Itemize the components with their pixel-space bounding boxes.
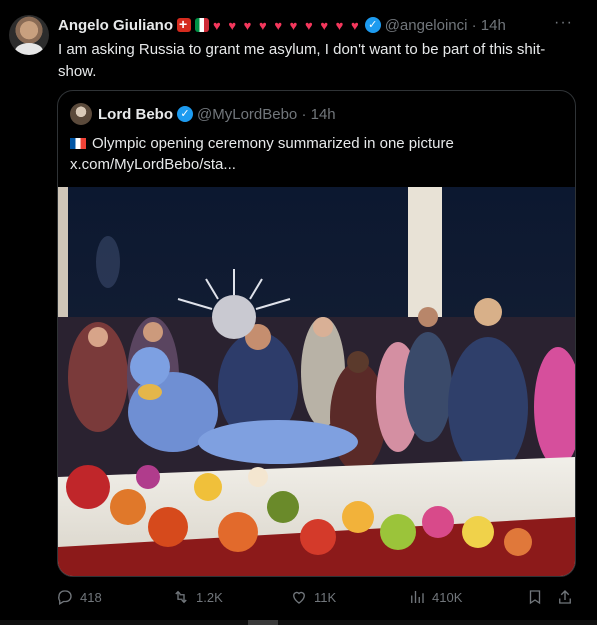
views-count: 410K (432, 589, 463, 605)
more-icon[interactable]: ··· (554, 14, 573, 32)
bookmark-icon (529, 590, 541, 605)
quoted-handle-time[interactable]: @MyLordBebo · 14h (197, 106, 336, 123)
swiss-flag-icon (177, 16, 191, 32)
quoted-link[interactable]: x.com/MyLordBebo/sta... (70, 154, 454, 175)
like-count: 11K (314, 589, 337, 605)
views-icon (411, 591, 424, 603)
author-handle-time[interactable]: @angeloinci · 14h (385, 17, 506, 34)
like-button[interactable]: 11K (290, 588, 336, 606)
quoted-header: Lord Bebo ✓ @MyLordBebo · 14h (70, 103, 336, 125)
like-icon (293, 591, 305, 604)
scrollbar[interactable] (0, 620, 597, 625)
share-button[interactable] (556, 588, 574, 606)
views-button[interactable]: 410K (408, 588, 462, 606)
tweet-text: I am asking Russia to grant me asylum, I… (58, 41, 546, 80)
france-flag-icon (70, 138, 86, 149)
verified-badge-icon: ✓ (177, 106, 193, 122)
ceremony-photo[interactable] (58, 187, 575, 576)
tweet-actions: 418 1.2K 11K 410K (56, 588, 576, 610)
author-name[interactable]: Angelo Giuliano (58, 17, 173, 34)
quoted-tweet[interactable]: Lord Bebo ✓ @MyLordBebo · 14h Olympic op… (57, 90, 576, 577)
quoted-avatar[interactable] (70, 103, 92, 125)
tweet[interactable]: Angelo Giuliano ♥ ♥ ♥ ♥ ♥ ♥ ♥ ♥ ♥ ♥ ✓ @a… (0, 0, 597, 625)
author-avatar[interactable] (9, 15, 49, 55)
hearts-emoji: ♥ ♥ ♥ ♥ ♥ ♥ ♥ ♥ ♥ ♥ (213, 17, 361, 33)
quoted-text: Olympic opening ceremony summarized in o… (70, 133, 454, 175)
repost-icon (175, 590, 187, 604)
italian-flag-icon (195, 18, 209, 32)
verified-badge-icon: ✓ (364, 17, 381, 33)
quoted-text-line1: Olympic opening ceremony summarized in o… (92, 135, 454, 152)
reply-button[interactable]: 418 (56, 588, 102, 606)
quoted-author-name[interactable]: Lord Bebo (98, 106, 173, 123)
repost-button[interactable]: 1.2K (172, 588, 223, 606)
reply-icon (58, 590, 72, 605)
reply-count: 418 (80, 589, 102, 605)
repost-count: 1.2K (196, 589, 223, 605)
bookmark-button[interactable] (526, 588, 544, 606)
tweet-header: Angelo Giuliano ♥ ♥ ♥ ♥ ♥ ♥ ♥ ♥ ♥ ♥ ✓ @a… (58, 14, 583, 36)
share-icon (559, 590, 571, 604)
